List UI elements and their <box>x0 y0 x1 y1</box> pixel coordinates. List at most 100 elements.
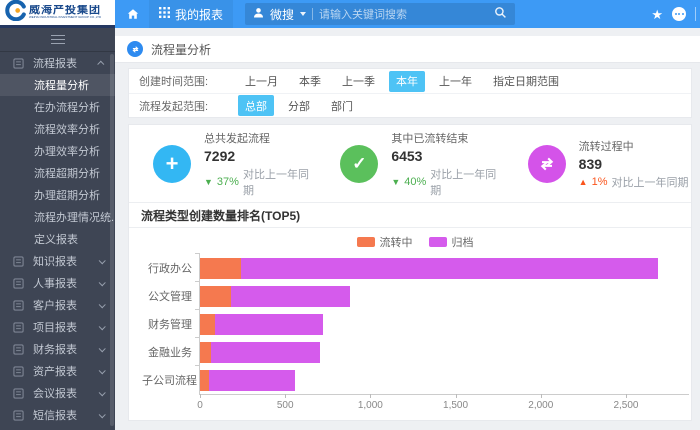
filter-option-总部[interactable]: 总部 <box>238 95 274 116</box>
report-icon <box>13 366 24 377</box>
bar-segment-流转中[interactable] <box>200 314 215 335</box>
stat-label: 其中已流转结束 <box>391 130 503 146</box>
search-input[interactable]: 请输入关键词搜索 <box>319 6 488 22</box>
sidebar-item-流程效率分析[interactable]: 流程效率分析 <box>0 118 115 140</box>
trend-percent: 1% <box>592 176 608 188</box>
nav-my-reports-label: 我的报表 <box>175 6 223 23</box>
chevron-down-icon <box>99 411 106 418</box>
stat-value: 839 <box>579 156 689 172</box>
x-axis-tick <box>370 394 371 398</box>
bar-子公司流程[interactable] <box>200 370 689 391</box>
filter-option-指定日期范围[interactable]: 指定日期范围 <box>486 71 566 92</box>
bar-segment-归档[interactable] <box>231 286 350 307</box>
top-right-actions: ★ <box>651 7 696 21</box>
bar-segment-流转中[interactable] <box>200 286 231 307</box>
filter-panel: 创建时间范围:上一月本季上一季本年上一年指定日期范围流程发起范围:总部分部部门 <box>128 68 692 118</box>
x-axis-tick-label: 2,000 <box>528 400 553 411</box>
x-axis-tick-label: 500 <box>277 400 294 411</box>
app-window: 威海产投集团 WEIHAI INDUSTRIAL INVESTMENT GROU… <box>0 0 700 430</box>
legend-item-流转中[interactable]: 流转中 <box>357 234 413 250</box>
trend-percent: 40% <box>404 176 426 188</box>
sidebar-group-项目报表[interactable]: 项目报表 <box>0 316 115 338</box>
home-icon[interactable] <box>127 8 139 20</box>
search-icon[interactable] <box>494 6 507 22</box>
sidebar-group-label: 人事报表 <box>33 275 77 291</box>
chevron-down-icon <box>99 301 106 308</box>
chart-legend: 流转中归档 <box>141 233 689 250</box>
chart-title: 流程类型创建数量排名(TOP5) <box>141 207 300 224</box>
bar-财务管理[interactable] <box>200 314 689 335</box>
sidebar-item-在办流程分析[interactable]: 在办流程分析 <box>0 96 115 118</box>
x-axis-tick <box>541 394 542 398</box>
chart-plot: 行政办公公文管理财务管理金融业务子公司流程05001,0001,5002,000… <box>199 254 689 395</box>
legend-item-归档[interactable]: 归档 <box>429 234 474 250</box>
x-axis-tick-label: 1,000 <box>358 400 383 411</box>
bar-segment-归档[interactable] <box>241 258 658 279</box>
filter-option-上一月[interactable]: 上一月 <box>238 71 285 92</box>
logo: 威海产投集团 WEIHAI INDUSTRIAL INVESTMENT GROU… <box>0 0 115 28</box>
sidebar-item-流程超期分析[interactable]: 流程超期分析 <box>0 162 115 184</box>
legend-label: 流转中 <box>380 234 413 250</box>
divider <box>695 7 696 21</box>
filter-option-上一季[interactable]: 上一季 <box>335 71 382 92</box>
sidebar-group-客户报表[interactable]: 客户报表 <box>0 294 115 316</box>
logo-subtitle: WEIHAI INDUSTRIAL INVESTMENT GROUP CO.,L… <box>29 16 65 18</box>
bar-金融业务[interactable] <box>200 342 689 363</box>
stat-value: 6453 <box>391 148 503 164</box>
chart-row: 子公司流程 <box>200 366 689 394</box>
filter-option-分部[interactable]: 分部 <box>281 95 317 116</box>
sidebar-group-label: 客户报表 <box>33 297 77 313</box>
sidebar-item-流程量分析[interactable]: 流程量分析 <box>0 74 115 96</box>
bar-segment-流转中[interactable] <box>200 258 241 279</box>
more-icon[interactable] <box>672 7 686 21</box>
bar-公文管理[interactable] <box>200 286 689 307</box>
bar-segment-流转中[interactable] <box>200 370 209 391</box>
filter-row: 流程发起范围:总部分部部门 <box>129 93 691 117</box>
sidebar-group-资产报表[interactable]: 资产报表 <box>0 360 115 382</box>
report-icon <box>13 256 24 267</box>
sidebar: 流程报表流程量分析在办流程分析流程效率分析办理效率分析流程超期分析办理超期分析流… <box>0 28 115 430</box>
chevron-down-icon <box>99 323 106 330</box>
bar-segment-归档[interactable] <box>209 370 294 391</box>
sidebar-collapse-button[interactable] <box>0 28 115 52</box>
page-title-bar: 流程量分析 <box>115 36 700 63</box>
chart: 流转中归档 行政办公公文管理财务管理金融业务子公司流程05001,0001,50… <box>129 228 691 395</box>
sidebar-item-办理超期分析[interactable]: 办理超期分析 <box>0 184 115 206</box>
sidebar-group-知识报表[interactable]: 知识报表 <box>0 250 115 272</box>
x-axis-tick <box>456 394 457 398</box>
filter-option-上一年[interactable]: 上一年 <box>432 71 479 92</box>
sidebar-group-流程报表[interactable]: 流程报表 <box>0 52 115 74</box>
filter-option-本季[interactable]: 本季 <box>292 71 328 92</box>
nav-my-reports[interactable]: 我的报表 <box>149 0 233 28</box>
sidebar-item-办理效率分析[interactable]: 办理效率分析 <box>0 140 115 162</box>
sidebar-group-人事报表[interactable]: 人事报表 <box>0 272 115 294</box>
stat-card-其中已流转结束: ✓其中已流转结束6453▼40%对比上一年同期 <box>316 125 503 202</box>
x-axis-tick-label: 2,500 <box>613 400 638 411</box>
filter-option-部门[interactable]: 部门 <box>324 95 360 116</box>
sidebar-group-label: 资产报表 <box>33 363 77 379</box>
bar-segment-流转中[interactable] <box>200 342 211 363</box>
sidebar-group-财务报表[interactable]: 财务报表 <box>0 338 115 360</box>
hamburger-icon <box>51 35 65 44</box>
x-axis-tick <box>285 394 286 398</box>
chevron-down-icon <box>300 12 306 16</box>
chevron-down-icon <box>99 279 106 286</box>
bar-行政办公[interactable] <box>200 258 689 279</box>
stat-card-总共发起流程: +总共发起流程7292▼37%对比上一年同期 <box>129 125 316 202</box>
sidebar-item-流程办理情况统...[interactable]: 流程办理情况统... <box>0 206 115 228</box>
compare-label: 对比上一年同期 <box>243 166 316 198</box>
sidebar-group-label: 短信报表 <box>33 407 77 423</box>
bar-segment-归档[interactable] <box>211 342 320 363</box>
filter-option-本年[interactable]: 本年 <box>389 71 425 92</box>
sidebar-group-会议报表[interactable]: 会议报表 <box>0 382 115 404</box>
star-icon[interactable]: ★ <box>651 8 663 21</box>
sidebar-item-定义报表[interactable]: 定义报表 <box>0 228 115 250</box>
sidebar-scrollbar[interactable] <box>110 54 114 426</box>
sidebar-group-短信报表[interactable]: 短信报表 <box>0 404 115 426</box>
bar-segment-归档[interactable] <box>215 314 322 335</box>
wesou-label[interactable]: 微搜 <box>270 6 294 23</box>
category-label-财务管理: 财务管理 <box>142 316 192 332</box>
search-box[interactable]: 微搜 请输入关键词搜索 <box>245 3 515 25</box>
grid-icon <box>159 7 170 21</box>
user-icon <box>253 7 264 21</box>
